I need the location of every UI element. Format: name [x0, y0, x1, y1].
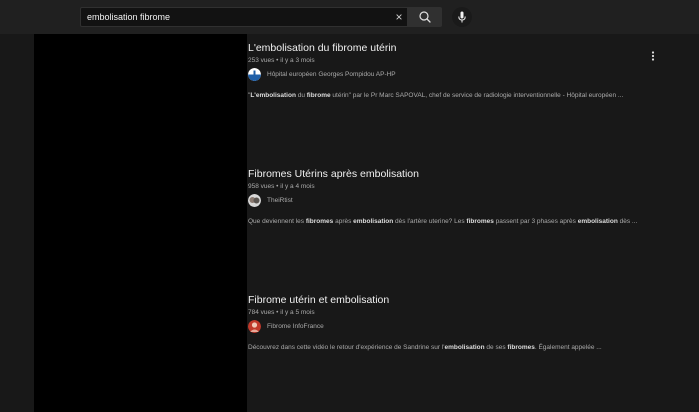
channel-name[interactable]: TheiRtist	[267, 197, 293, 204]
video-description: "L'embolisation du fibrome utérin" par l…	[248, 91, 658, 101]
desc-text: utérin" par le Pr Marc SAPOVAL, chef de …	[330, 92, 624, 99]
desc-text: . Également appelée ...	[534, 344, 602, 351]
channel-avatar-icon[interactable]	[248, 194, 261, 207]
channel-row[interactable]: TheiRtist	[248, 194, 548, 208]
desc-text: dès l'artère uterine? Les	[393, 218, 467, 225]
channel-name[interactable]: Hôpital européen Georges Pompidou AP-HP	[267, 71, 396, 78]
voice-search-button[interactable]	[452, 7, 472, 27]
close-icon: ×	[395, 10, 403, 24]
video-description: Que deviennent les fibromes après emboli…	[248, 217, 658, 227]
channel-row[interactable]: Hôpital européen Georges Pompidou AP-HP	[248, 68, 548, 82]
hospital-logo-icon[interactable]	[248, 68, 261, 81]
desc-highlight: fibromes	[507, 344, 535, 351]
search-box[interactable]	[80, 7, 408, 27]
top-bar: ×	[0, 0, 699, 34]
desc-text: passent par 3 phases après	[493, 218, 578, 225]
channel-avatar-icon[interactable]	[248, 320, 261, 333]
search-icon	[419, 11, 431, 23]
video-thumbnail-area[interactable]	[34, 34, 247, 412]
desc-text: Découvrez dans cette vidéo le retour d'e…	[248, 344, 445, 351]
desc-text: après	[333, 218, 354, 225]
video-title[interactable]: Fibrome utérin et embolisation	[248, 294, 389, 306]
search-input[interactable]	[87, 9, 387, 25]
desc-highlight: embolisation	[577, 218, 618, 225]
clear-search-button[interactable]: ×	[392, 8, 406, 26]
more-vert-icon	[651, 51, 655, 61]
desc-highlight: fibromes	[466, 218, 494, 225]
desc-highlight: L'embolisation	[250, 92, 296, 99]
microphone-icon	[458, 11, 466, 23]
video-description: Découvrez dans cette vidéo le retour d'e…	[248, 343, 658, 353]
desc-text: de ses	[484, 344, 508, 351]
desc-highlight: embolisation	[353, 218, 394, 225]
channel-row[interactable]: Fibrome InfoFrance	[248, 320, 548, 334]
desc-text: du	[295, 92, 307, 99]
desc-highlight: fibrome	[306, 92, 331, 99]
desc-highlight: fibromes	[305, 218, 334, 225]
search-button[interactable]	[408, 7, 442, 27]
more-options-button[interactable]	[648, 50, 658, 64]
channel-name[interactable]: Fibrome InfoFrance	[267, 323, 324, 330]
desc-text: Que deviennent les	[248, 218, 306, 225]
video-meta: 253 vues • il y a 3 mois	[248, 57, 315, 64]
video-meta: 784 vues • il y a 5 mois	[248, 309, 315, 316]
video-title[interactable]: L'embolisation du fibrome utérin	[248, 42, 397, 54]
desc-highlight: embolisation	[444, 344, 485, 351]
video-meta: 958 vues • il y a 4 mois	[248, 183, 315, 190]
desc-text: dès ...	[617, 218, 638, 225]
video-title[interactable]: Fibromes Utérins après embolisation	[248, 168, 419, 180]
